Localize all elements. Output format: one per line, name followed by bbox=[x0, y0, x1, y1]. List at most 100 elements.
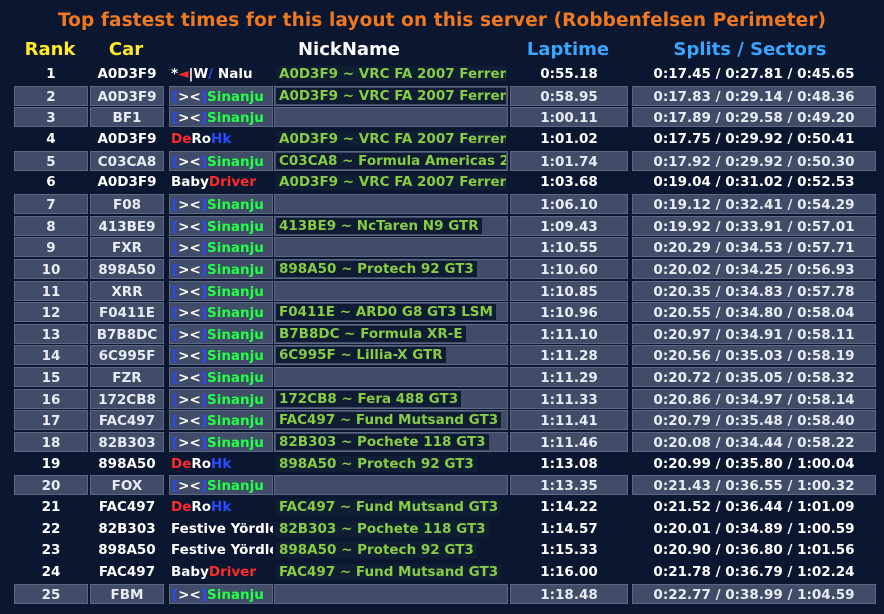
table-row[interactable]: 4 A0D3F9 DeRoHk A0D3F9 ~ VRC FA 2007 Ferren… bbox=[0, 129, 884, 149]
table-row[interactable]: 22 82B303 Festive Yördle 82B303 ~ Pochete 1… bbox=[0, 519, 884, 539]
table-row[interactable]: 2 A0D3F9 [><]Sinanju A0D3F9 ~ VRC FA 2007 F… bbox=[0, 85, 884, 106]
splits-cell: 0:20.35 / 0:34.83 / 0:57.78 bbox=[632, 280, 876, 301]
laptime-cell: 1:09.43 bbox=[510, 215, 628, 236]
car-name-text: FAC497 ~ Fund Mutsand GT3 bbox=[276, 563, 502, 580]
page-title: Top fastest times for this layout on thi… bbox=[57, 10, 827, 31]
table-row[interactable]: 15 FZR [><]Sinanju 1:11.29 0:20.72 / 0:35.05… bbox=[0, 367, 884, 388]
nickname-segment: Sinanju bbox=[206, 370, 264, 387]
table-row[interactable]: 23 898A50 Festive Yördle 898A50 ~ Protech 9… bbox=[0, 540, 884, 560]
table-row[interactable]: 8 413BE9 [><]Sinanju 413BE9 ~ NcTaren N9 GT… bbox=[0, 215, 884, 236]
rank-cell: 24 bbox=[41, 563, 61, 580]
car-code-cell: 6C995F bbox=[90, 345, 164, 366]
table-row[interactable]: 9 FXR [><]Sinanju 1:10.55 0:20.29 / 0:34.53 … bbox=[0, 237, 884, 258]
nickname-cell: BabyDriver bbox=[169, 562, 273, 582]
car-code-cell: C03CA8 bbox=[90, 150, 164, 171]
table-row[interactable]: 10 898A50 [><]Sinanju 898A50 ~ Protech 92 G… bbox=[0, 258, 884, 279]
rank-cell: 8 bbox=[14, 215, 88, 236]
car-name-cell: 82B303 ~ Pochete 118 GT3 bbox=[274, 519, 506, 539]
laptime-cell: 1:11.28 bbox=[510, 345, 628, 366]
table-row[interactable]: 25 FBM [><]Sinanju 1:18.48 0:22.77 / 0:38.99… bbox=[0, 583, 884, 604]
car-code-cell: FOX bbox=[90, 475, 164, 496]
laptime-cell: 1:18.48 bbox=[510, 583, 628, 604]
nickname-segment: >< bbox=[178, 283, 201, 300]
column-header-car[interactable]: Car bbox=[86, 39, 166, 65]
nickname-segment: >< bbox=[178, 413, 201, 430]
nickname-segment: Sinanju bbox=[206, 305, 264, 322]
laptime-cell: 1:11.41 bbox=[510, 410, 628, 431]
car-name-cell bbox=[274, 237, 506, 257]
car-name-cell: B7B8DC ~ Formula XR-E bbox=[274, 324, 506, 344]
car-name-cell: 898A50 ~ Protech 92 GT3 bbox=[274, 259, 506, 279]
nickname-segment: Sinanju bbox=[206, 261, 264, 278]
column-header-nickname[interactable]: NickName bbox=[170, 39, 528, 65]
car-code-cell: 898A50 bbox=[98, 455, 156, 472]
laptime-cell: 1:11.10 bbox=[510, 323, 628, 344]
nickname-segment: Hk bbox=[211, 499, 232, 515]
nickname-cell: Festive Yördle bbox=[169, 519, 273, 539]
car-code-cell: FAC497 bbox=[90, 410, 164, 431]
nickname-segment: Ro bbox=[191, 130, 212, 147]
nickname-cell: [><]Sinanju bbox=[169, 323, 273, 344]
laptime-cell: 1:06.10 bbox=[510, 193, 628, 214]
rank-cell: 13 bbox=[14, 323, 88, 344]
nickname-cell: [><]Sinanju bbox=[169, 193, 273, 214]
table-row[interactable]: 13 B7B8DC [><]Sinanju B7B8DC ~ Formula XR-E… bbox=[0, 323, 884, 344]
laptime-cell: 1:03.68 bbox=[540, 174, 598, 191]
rank-cell: 4 bbox=[46, 130, 56, 147]
rank-cell: 16 bbox=[14, 388, 88, 409]
car-name-text: FAC497 ~ Fund Mutsand GT3 bbox=[276, 412, 502, 429]
splits-cell: 0:17.83 / 0:29.14 / 0:48.36 bbox=[632, 85, 876, 106]
column-header-laptime[interactable]: Laptime bbox=[508, 39, 628, 65]
rank-cell: 11 bbox=[14, 280, 88, 301]
car-name-text: F0411E ~ ARD0 G8 GT3 LSM bbox=[276, 304, 496, 321]
table-row[interactable]: 20 FOX [><]Sinanju 1:13.35 0:21.43 / 0:36.55… bbox=[0, 475, 884, 496]
nickname-segment: >< bbox=[178, 218, 201, 235]
table-row[interactable]: 19 898A50 DeRoHk 898A50 ~ Protech 92 GT3 1:1… bbox=[0, 454, 884, 474]
laptime-cell: 1:10.96 bbox=[510, 302, 628, 323]
table-row[interactable]: 21 FAC497 DeRoHk FAC497 ~ Fund Mutsand GT3 1… bbox=[0, 497, 884, 517]
table-row[interactable]: 5 C03CA8 [><]Sinanju C03CA8 ~ Formula Ameri… bbox=[0, 150, 884, 171]
splits-cell: 0:20.56 / 0:35.03 / 0:58.19 bbox=[632, 345, 876, 366]
table-row[interactable]: 1 A0D3F9 *◄|W/ Nalu A0D3F9 ~ VRC FA 2007 Fe… bbox=[0, 64, 884, 84]
nickname-segment: Festive Yördle bbox=[171, 542, 273, 559]
laptime-cell: 1:10.60 bbox=[510, 258, 628, 279]
nickname-segment: Ro bbox=[191, 499, 212, 515]
car-code-cell: F08 bbox=[90, 193, 164, 214]
nickname-cell: [><]Sinanju bbox=[169, 388, 273, 409]
nickname-segment: De bbox=[171, 130, 192, 147]
nickname-cell: [><]Sinanju bbox=[169, 215, 273, 236]
nickname-segment: Baby bbox=[171, 174, 209, 191]
splits-cell: 0:20.99 / 0:35.80 / 1:00.04 bbox=[653, 455, 855, 472]
rank-cell: 14 bbox=[14, 345, 88, 366]
rank-cell: 7 bbox=[14, 193, 88, 214]
car-code-cell: A0D3F9 bbox=[97, 130, 157, 147]
splits-cell: 0:20.86 / 0:34.97 / 0:58.14 bbox=[632, 388, 876, 409]
table-row[interactable]: 3 BF1 [><]Sinanju 1:00.11 0:17.89 / 0:29.58 … bbox=[0, 107, 884, 128]
table-row[interactable]: 17 FAC497 [><]Sinanju FAC497 ~ Fund Mutsand… bbox=[0, 410, 884, 431]
nickname-cell: [><]Sinanju bbox=[169, 237, 273, 258]
nickname-segment: Driver bbox=[208, 563, 256, 580]
car-name-cell: FAC497 ~ Fund Mutsand GT3 bbox=[274, 497, 506, 517]
nickname-cell: [><]Sinanju bbox=[169, 302, 273, 323]
car-name-text: 898A50 ~ Protech 92 GT3 bbox=[276, 455, 477, 472]
table-row[interactable]: 12 F0411E [><]Sinanju F0411E ~ ARD0 G8 GT3 … bbox=[0, 302, 884, 323]
table-row[interactable]: 6 A0D3F9 BabyDriver A0D3F9 ~ VRC FA 2007 Fe… bbox=[0, 172, 884, 192]
table-row[interactable]: 7 F08 [><]Sinanju 1:06.10 0:19.12 / 0:32.41 … bbox=[0, 193, 884, 214]
car-name-cell: A0D3F9 ~ VRC FA 2007 Ferrenzo bbox=[274, 172, 506, 192]
table-row[interactable]: 24 FAC497 BabyDriver FAC497 ~ Fund Mutsand … bbox=[0, 562, 884, 582]
nickname-cell: BabyDriver bbox=[169, 172, 273, 192]
column-header-splits[interactable]: Splits / Sectors bbox=[640, 39, 860, 65]
table-row[interactable]: 16 172CB8 [><]Sinanju 172CB8 ~ Fera 488 GT3… bbox=[0, 388, 884, 409]
table-row[interactable]: 14 6C995F [><]Sinanju 6C995F ~ Lillia-X GTR… bbox=[0, 345, 884, 366]
column-header-rank[interactable]: Rank bbox=[10, 39, 90, 65]
table-row[interactable]: 18 82B303 [><]Sinanju 82B303 ~ Pochete 118 … bbox=[0, 432, 884, 453]
car-name-text: C03CA8 ~ Formula Americas 2019 bbox=[276, 152, 506, 169]
car-name-cell bbox=[274, 107, 506, 127]
table-row[interactable]: 11 XRR [><]Sinanju 1:10.85 0:20.35 / 0:34.83… bbox=[0, 280, 884, 301]
laptime-cell: 1:14.57 bbox=[540, 520, 598, 537]
nickname-segment: Sinanju bbox=[206, 391, 264, 408]
rank-cell: 10 bbox=[14, 258, 88, 279]
nickname-segment: ◄ bbox=[178, 66, 189, 82]
nickname-cell: DeRoHk bbox=[169, 129, 273, 149]
nickname-cell: Festive Yördle bbox=[169, 540, 273, 560]
